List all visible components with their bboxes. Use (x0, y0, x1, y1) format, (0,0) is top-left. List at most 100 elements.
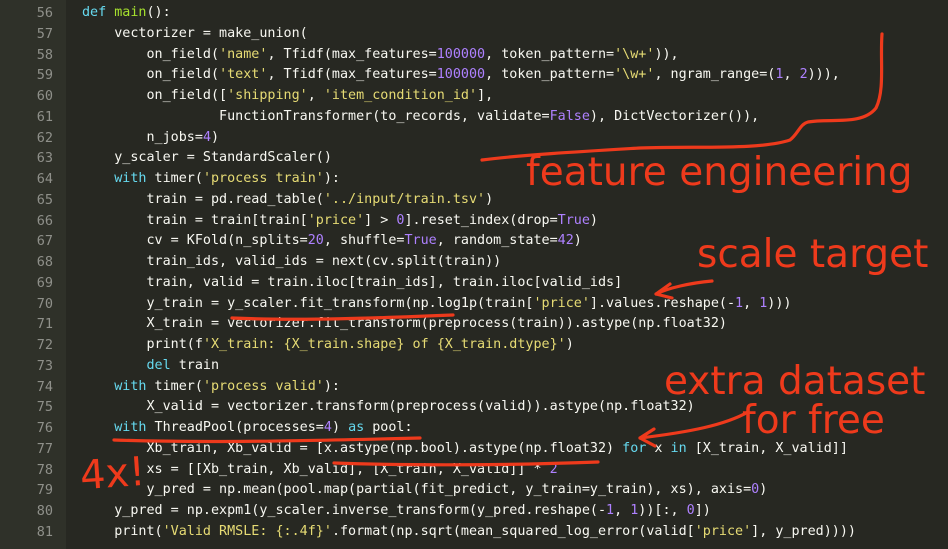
code-token: 0 (751, 482, 760, 498)
line-number: 74 (36, 378, 53, 395)
code-token: pool: (364, 420, 413, 435)
code-text[interactable]: X_valid = vectorizer.transform(preproces… (82, 397, 695, 418)
code-token: train = train[train[ (82, 212, 308, 228)
code-text[interactable]: train = pd.read_table('../input/train.ts… (82, 190, 493, 211)
line-number: 75 (36, 399, 53, 416)
code-text[interactable]: xs = [[Xb_train, Xb_valid], [X_train, X_… (82, 460, 558, 481)
code-text[interactable]: del train (82, 356, 220, 377)
code-token: ].values.reshape(- (589, 295, 736, 311)
code-token: ) (589, 212, 598, 228)
code-line[interactable]: 77 Xb_train, Xb_valid = [x.astype(np.boo… (0, 439, 948, 460)
code-token: n_jobs= (82, 129, 203, 145)
code-text[interactable]: train, valid = train.iloc[train_ids], tr… (82, 273, 622, 294)
code-line[interactable]: 74 with timer('process valid'): (0, 377, 948, 398)
code-text[interactable]: y_scaler = StandardScaler() (82, 148, 332, 169)
code-line[interactable]: 65 train = pd.read_table('../input/train… (0, 190, 948, 211)
code-token: , Tfidf(max_features= (267, 67, 437, 83)
line-number: 69 (36, 274, 53, 291)
code-text[interactable]: on_field('name', Tfidf(max_features=1000… (82, 45, 678, 66)
line-number: 67 (36, 233, 53, 250)
code-token: 100000 (436, 67, 486, 83)
code-token: 100000 (436, 46, 486, 62)
code-token: FunctionTransformer(to_records, validate… (82, 108, 550, 124)
code-token: train = pd.read_table( (82, 191, 324, 207)
code-token: 1 (606, 503, 615, 518)
code-line[interactable]: 59 on_field('text', Tfidf(max_features=1… (0, 65, 948, 86)
line-number: 76 (36, 420, 53, 436)
code-text[interactable]: train = train[train['price'] > 0].reset_… (82, 211, 598, 232)
line-number: 66 (36, 212, 53, 229)
code-line[interactable]: 73 del train (0, 356, 948, 377)
code-token: main (114, 5, 147, 20)
code-token: 4 (323, 420, 332, 435)
code-text[interactable]: on_field('text', Tfidf(max_features=1000… (82, 65, 840, 86)
code-line[interactable]: 68 train_ids, valid_ids = next(cv.split(… (0, 252, 948, 273)
code-token: , shuffle= (323, 233, 405, 249)
code-text[interactable]: vectorizer = make_union( (82, 24, 308, 45)
code-token: 2 (549, 461, 558, 477)
code-token: with (114, 171, 147, 186)
code-line[interactable]: 66 train = train[train['price'] > 0].res… (0, 211, 948, 232)
code-text[interactable]: y_train = y_scaler.fit_transform(np.log1… (82, 294, 791, 315)
code-line[interactable]: 71 X_train = vectorizer.fit_transform(pr… (0, 314, 948, 335)
code-line[interactable]: 81 print('Valid RMSLE: {:.4f}'.format(np… (0, 522, 948, 543)
code-line[interactable]: 58 on_field('name', Tfidf(max_features=1… (0, 45, 948, 66)
line-number: 56 (36, 5, 53, 21)
code-text[interactable]: train_ids, valid_ids = next(cv.split(tra… (82, 252, 501, 273)
code-token: ) (211, 129, 220, 145)
code-line[interactable]: 69 train, valid = train.iloc[train_ids],… (0, 273, 948, 294)
code-token: 'process valid' (202, 378, 324, 394)
code-line[interactable]: 80 y_pred = np.expm1(y_scaler.inverse_tr… (0, 501, 948, 522)
code-text[interactable]: cv = KFold(n_splits=20, shuffle=True, ra… (82, 231, 581, 252)
code-text[interactable]: y_pred = np.expm1(y_scaler.inverse_trans… (82, 501, 711, 522)
code-text[interactable]: X_train = vectorizer.fit_transform(prepr… (82, 314, 726, 335)
code-line[interactable]: 60 on_field(['shipping', 'item_condition… (0, 86, 948, 107)
code-text[interactable]: n_jobs=4) (82, 128, 219, 149)
line-number: 81 (36, 523, 53, 540)
code-lines[interactable]: 56 def main(): 57 vectorizer = make_union(… (0, 3, 948, 543)
code-text[interactable]: with ThreadPool(processes=4) as pool: (82, 418, 413, 439)
code-text[interactable]: FunctionTransformer(to_records, validate… (82, 107, 759, 128)
code-token: ], (477, 88, 494, 103)
code-token: , Tfidf(max_features= (267, 46, 437, 62)
code-line[interactable]: 79 y_pred = np.mean(pool.map(partial(fit… (0, 480, 948, 501)
code-text[interactable]: on_field(['shipping', 'item_condition_id… (82, 86, 493, 107)
code-line[interactable]: 67 cv = KFold(n_splits=20, shuffle=True,… (0, 231, 948, 252)
code-line[interactable]: 75 X_valid = vectorizer.transform(prepro… (0, 397, 948, 418)
line-number: 68 (36, 254, 53, 270)
code-line[interactable]: 72 print(f'X_train: {X_train.shape} of {… (0, 335, 948, 356)
code-line[interactable]: 62 n_jobs=4) (0, 128, 948, 149)
code-text[interactable]: print(f'X_train: {X_train.shape} of {X_t… (82, 335, 573, 356)
code-token: timer( (146, 378, 203, 394)
code-token: y_pred = np.expm1(y_scaler.inverse_trans… (82, 503, 607, 518)
code-token: , (783, 67, 800, 83)
code-text[interactable]: print('Valid RMSLE: {:.4f}'.format(np.sq… (82, 522, 856, 543)
code-token: ) (331, 420, 349, 435)
code-editor[interactable]: 56 def main(): 57 vectorizer = make_union(… (0, 0, 948, 549)
code-text[interactable]: with timer('process valid'): (82, 377, 340, 398)
code-line[interactable]: 63 y_scaler = StandardScaler() (0, 148, 948, 169)
code-token: ))), (807, 67, 840, 83)
code-token: ], y_pred)))) (751, 523, 856, 539)
code-line[interactable]: 64 with timer('process train'): (0, 169, 948, 190)
code-text[interactable]: Xb_train, Xb_valid = [x.astype(np.bool).… (82, 439, 847, 460)
code-text[interactable]: with timer('process train'): (82, 169, 340, 190)
code-line[interactable]: 57 vectorizer = make_union( (0, 24, 948, 45)
code-token: '\w+' (614, 67, 655, 83)
code-token: with (114, 420, 147, 435)
code-token: True (557, 212, 590, 228)
code-token: train (170, 357, 220, 373)
code-text[interactable]: def main(): (82, 3, 171, 24)
code-line[interactable]: 78 xs = [[Xb_train, Xb_valid], [X_train,… (0, 460, 948, 481)
code-line[interactable]: 70 y_train = y_scaler.fit_transform(np.l… (0, 294, 948, 315)
code-text[interactable]: y_pred = np.mean(pool.map(partial(fit_pr… (82, 480, 767, 501)
line-number: 79 (36, 482, 53, 499)
code-line[interactable]: 61 FunctionTransformer(to_records, valid… (0, 107, 948, 128)
code-token: X_valid = vectorizer.transform(preproces… (82, 399, 695, 415)
code-line[interactable]: 76 with ThreadPool(processes=4) as pool: (0, 418, 948, 439)
code-token: ] > (364, 212, 397, 228)
code-line[interactable]: 56 def main(): (0, 3, 948, 24)
code-token: xs = [[Xb_train, Xb_valid], [X_train, X_… (82, 461, 550, 477)
code-token: def (82, 5, 115, 20)
